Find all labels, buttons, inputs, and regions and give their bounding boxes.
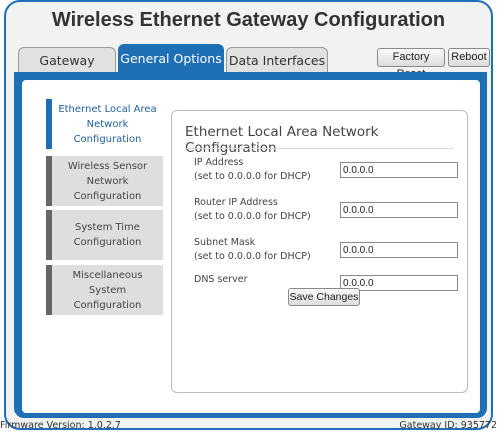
- subnet-mask-label: Subnet Mask (set to 0.0.0.0 for DHCP): [194, 236, 311, 264]
- ip-address-input[interactable]: [340, 162, 458, 178]
- tab-data-interfaces[interactable]: Data Interfaces: [226, 47, 328, 73]
- field-label: Router IP Address: [194, 197, 278, 208]
- ip-address-label: IP Address (set to 0.0.0.0 for DHCP): [194, 156, 311, 184]
- sidebar-item-label: Miscellaneous System Configuration: [72, 269, 143, 311]
- sidebar-item-ethernet-lan[interactable]: Ethernet Local Area Network Configuratio…: [46, 99, 163, 149]
- field-hint: (set to 0.0.0.0 for DHCP): [194, 171, 311, 182]
- sidebar-item-label: System Time Configuration: [73, 222, 142, 248]
- gateway-id: Gateway ID: 935772: [399, 420, 497, 431]
- sidebar-item-wireless-sensor-network[interactable]: Wireless Sensor Network Configuration: [46, 156, 163, 206]
- factory-reset-button[interactable]: Factory Reset: [377, 48, 445, 80]
- field-label: Subnet Mask: [194, 237, 256, 248]
- general-options-panel: Ethernet Local Area Network Configuratio…: [14, 72, 487, 418]
- sidebar-item-label: Wireless Sensor Network Configuration: [67, 160, 148, 202]
- sidebar-item-label: Ethernet Local Area Network Configuratio…: [58, 103, 157, 145]
- field-hint: (set to 0.0.0.0 for DHCP): [194, 211, 311, 222]
- reboot-button[interactable]: Reboot: [448, 48, 490, 67]
- field-hint: (set to 0.0.0.0 for DHCP): [194, 251, 311, 262]
- subnet-mask-input[interactable]: [340, 242, 458, 258]
- firmware-version: Firmware Version: 1.0.2.7: [0, 420, 121, 431]
- field-label: IP Address: [194, 157, 244, 168]
- tab-gateway-status[interactable]: Gateway Status: [18, 47, 116, 94]
- page-title: Wireless Ethernet Gateway Configuration: [51, 9, 446, 31]
- sidebar-item-miscellaneous-system[interactable]: Miscellaneous System Configuration: [46, 265, 163, 315]
- router-ip-label: Router IP Address (set to 0.0.0.0 for DH…: [194, 196, 311, 224]
- router-ip-input[interactable]: [340, 202, 458, 218]
- panel-content: Ethernet Local Area Network Configuratio…: [22, 80, 480, 413]
- title-divider: [185, 148, 454, 149]
- sidebar-item-system-time[interactable]: System Time Configuration: [46, 210, 163, 260]
- tab-general-options[interactable]: General Options: [118, 44, 224, 73]
- app-window: Wireless Ethernet Gateway Configuration …: [4, 0, 493, 430]
- section-title: Ethernet Local Area Network Configuratio…: [185, 124, 379, 156]
- ethernet-config-form: Ethernet Local Area Network Configuratio…: [171, 110, 468, 393]
- save-changes-button[interactable]: Save Changes: [288, 288, 360, 306]
- dns-server-label: DNS server: [194, 274, 248, 285]
